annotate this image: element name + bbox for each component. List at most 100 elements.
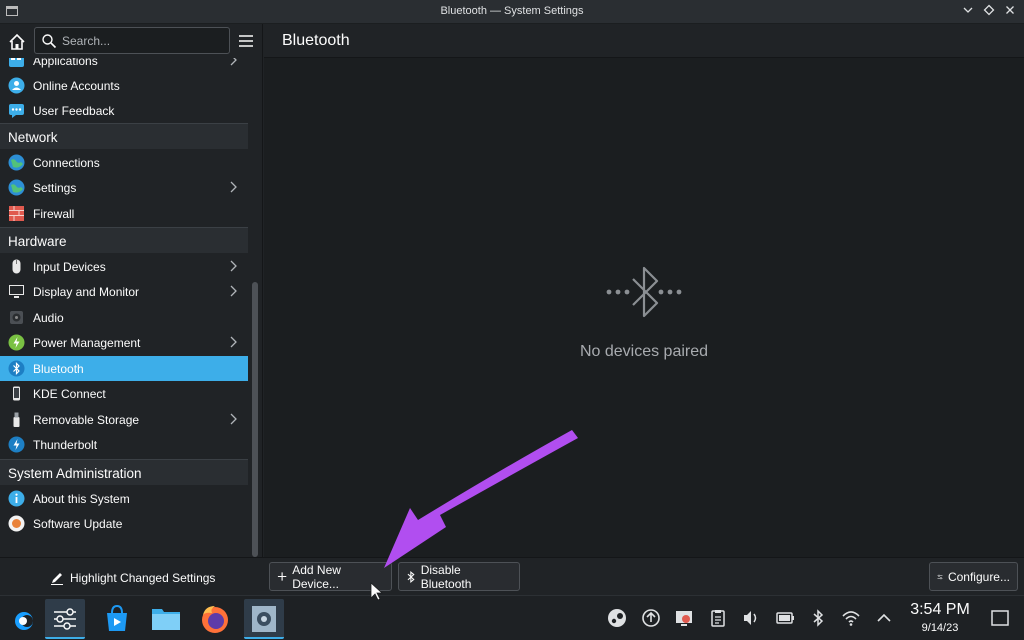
wifi-tray-icon[interactable]: [841, 608, 861, 628]
sidebar-item-label: Bluetooth: [33, 362, 84, 376]
chevron-up-icon[interactable]: [874, 608, 894, 628]
sidebar-item-online-accounts[interactable]: Online Accounts: [0, 73, 248, 98]
discover-store-icon[interactable]: [97, 599, 137, 639]
configure-icon: [937, 574, 943, 579]
sidebar-item-power-management[interactable]: Power Management: [0, 330, 248, 355]
sidebar-item-label: User Feedback: [33, 104, 115, 118]
section-title: Hardware: [8, 234, 67, 249]
sidebar-item-label: Connections: [33, 156, 100, 170]
highlight-changed-settings-button[interactable]: Highlight Changed Settings: [50, 568, 215, 588]
sidebar-item-display-and-monitor[interactable]: Display and Monitor: [0, 279, 248, 304]
sidebar-item-label: About this System: [33, 492, 130, 506]
maximize-button[interactable]: [980, 4, 997, 20]
close-icon: [1005, 6, 1014, 14]
firewall-icon: [9, 206, 24, 221]
home-button[interactable]: [6, 31, 28, 53]
sidebar-item-label: Software Update: [33, 517, 123, 531]
sidebar-item-label: Applications: [33, 58, 98, 68]
disable-bluetooth-button[interactable]: Disable Bluetooth: [398, 562, 520, 591]
usb-icon: [13, 412, 20, 427]
firefox-icon[interactable]: [195, 599, 235, 639]
configure-label: Configure...: [947, 569, 1010, 584]
speaker-icon: [10, 311, 23, 324]
volume-tray-icon[interactable]: [741, 608, 761, 628]
sidebar-item-removable-storage[interactable]: Removable Storage: [0, 407, 248, 432]
sidebar-item-software-update[interactable]: Software Update: [0, 511, 248, 536]
thunderbolt-icon: [8, 436, 25, 453]
sidebar-item-audio[interactable]: Audio: [0, 305, 248, 330]
chevron-right-icon: [230, 285, 237, 297]
sidebar-item-input-devices[interactable]: Input Devices: [0, 254, 248, 279]
sidebar: Applications Online Accounts User Feedba…: [0, 24, 263, 557]
sidebar-item-thunderbolt[interactable]: Thunderbolt: [0, 432, 248, 457]
system-settings-task-icon[interactable]: [45, 599, 85, 639]
home-icon: [9, 33, 25, 50]
file-manager-icon[interactable]: [146, 599, 186, 639]
update-tray-icon[interactable]: [641, 608, 661, 628]
search-input[interactable]: [62, 32, 222, 50]
window-titlebar: Bluetooth — System Settings: [0, 0, 1024, 24]
application-launcher-icon[interactable]: [6, 599, 40, 639]
sidebar-item-about-this-system[interactable]: About this System: [0, 486, 248, 511]
mouse-icon: [12, 259, 21, 274]
sidebar-item-label: Thunderbolt: [33, 438, 98, 452]
sidebar-item-kde-connect[interactable]: KDE Connect: [0, 381, 248, 406]
close-button[interactable]: [1001, 4, 1018, 20]
sidebar-scrollbar[interactable]: [252, 282, 258, 557]
section-header-network: Network: [0, 123, 248, 149]
chevron-right-icon: [230, 260, 237, 272]
section-header-hardware: Hardware: [0, 227, 248, 253]
configure-button[interactable]: Configure...: [929, 562, 1018, 591]
taskbar: 3:54 PM 9/14/23: [0, 595, 1024, 640]
sidebar-item-applications[interactable]: Applications: [0, 58, 248, 73]
sidebar-item-label: Removable Storage: [33, 413, 140, 427]
diamond-icon: [983, 4, 994, 16]
monitor-icon: [9, 285, 24, 298]
add-new-device-button[interactable]: Add New Device...: [269, 562, 392, 591]
section-title: Network: [8, 130, 58, 145]
chevron-down-icon: [963, 7, 972, 13]
phone-icon: [13, 386, 20, 401]
clock-time[interactable]: 3:54 PM: [905, 601, 975, 619]
hamburger-menu-button[interactable]: [237, 32, 255, 50]
clock-date[interactable]: 9/14/23: [905, 622, 975, 634]
clipboard-tray-icon[interactable]: [708, 608, 728, 628]
bluetooth-placeholder-icon: [606, 266, 682, 318]
main-panel: Bluetooth No devices paired: [264, 24, 1024, 557]
bluetooth-tray-icon[interactable]: [808, 608, 828, 628]
highlighter-icon: [51, 573, 63, 585]
disable-bluetooth-label: Disable Bluetooth: [420, 562, 472, 591]
steam-tray-icon[interactable]: [607, 608, 627, 628]
sidebar-item-bluetooth[interactable]: Bluetooth: [0, 356, 248, 381]
screen-recorder-tray-icon[interactable]: [674, 608, 694, 628]
sidebar-item-network-settings[interactable]: Settings: [0, 175, 248, 200]
show-desktop-icon[interactable]: [990, 608, 1010, 628]
sidebar-item-label: KDE Connect: [33, 387, 106, 401]
hamburger-icon: [239, 35, 253, 47]
settings-window: Applications Online Accounts User Feedba…: [0, 24, 1024, 595]
sidebar-item-firewall[interactable]: Firewall: [0, 201, 248, 226]
sidebar-item-connections[interactable]: Connections: [0, 150, 248, 175]
power-icon: [8, 334, 25, 351]
globe-icon: [8, 179, 25, 196]
main-header: Bluetooth: [264, 24, 1024, 58]
sidebar-item-label: Power Management: [33, 336, 141, 350]
footer-bar: Highlight Changed Settings Add New Devic…: [0, 557, 1024, 595]
page-title: Bluetooth: [282, 32, 350, 49]
section-title: System Administration: [8, 466, 142, 481]
empty-state-message: No devices paired: [579, 343, 709, 360]
info-icon: [8, 490, 25, 507]
minimize-button[interactable]: [959, 4, 976, 20]
sidebar-item-label: Input Devices: [33, 260, 106, 274]
battery-tray-icon[interactable]: [775, 608, 795, 628]
search-icon: [42, 34, 57, 49]
sidebar-item-label: Online Accounts: [33, 79, 120, 93]
applications-icon: [9, 58, 24, 67]
search-box: [34, 27, 230, 54]
sidebar-item-label: Firewall: [33, 207, 75, 221]
media-viewer-task-icon[interactable]: [244, 599, 284, 639]
bluetooth-icon: [407, 570, 415, 583]
bluetooth-icon: [8, 360, 25, 377]
sidebar-item-user-feedback[interactable]: User Feedback: [0, 98, 248, 123]
window-title: Bluetooth — System Settings: [440, 5, 584, 17]
